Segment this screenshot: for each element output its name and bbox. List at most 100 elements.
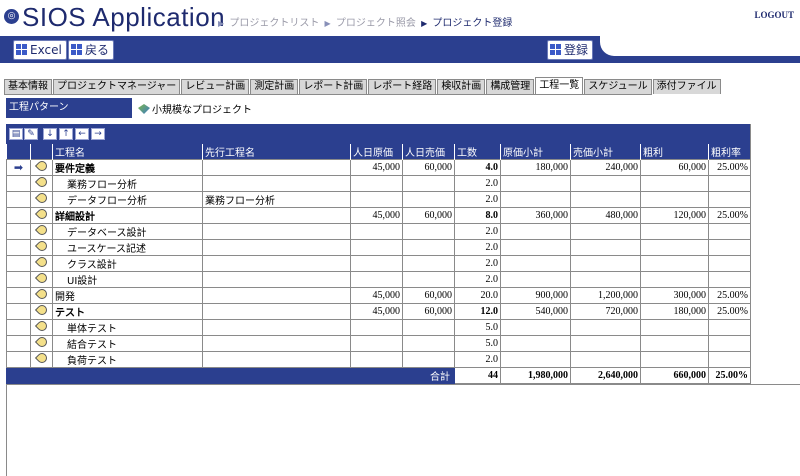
hours-cell: 2.0 (454, 223, 501, 240)
tab-basic-info[interactable]: 基本情報 (4, 79, 52, 94)
cost-subtotal-cell (500, 191, 571, 208)
excel-button[interactable]: Excel (13, 40, 67, 60)
tab-schedule[interactable]: スケジュール (584, 79, 652, 94)
predecessor-cell (202, 351, 351, 368)
tab-attachments[interactable]: 添付ファイル (652, 79, 721, 94)
tab-report-route[interactable]: レポート経路 (368, 79, 437, 94)
tab-report-plan[interactable]: レポート計画 (299, 79, 368, 94)
pencil-icon[interactable] (34, 192, 50, 206)
col-header-profit-rate[interactable]: 粗利率 (708, 144, 751, 160)
day-price-cell (402, 271, 455, 288)
right-arrow-icon[interactable]: → (91, 128, 105, 140)
pencil-icon[interactable] (34, 336, 50, 350)
cost-subtotal-cell: 180,000 (500, 159, 571, 176)
pencil-icon[interactable] (34, 288, 50, 302)
breadcrumb-item-project-inquiry[interactable]: プロジェクト照会 (336, 18, 416, 29)
profit-rate-cell (708, 223, 751, 240)
price-subtotal-cell (570, 255, 641, 272)
down-arrow-icon[interactable]: ↓ (43, 128, 57, 140)
grid-icon (16, 44, 27, 55)
pencil-icon[interactable] (34, 224, 50, 238)
cost-subtotal-cell: 360,000 (500, 207, 571, 224)
col-header-predecessor[interactable]: 先行工程名 (202, 144, 351, 160)
price-subtotal-cell (570, 351, 641, 368)
table-row[interactable]: データフロー分析 業務フロー分析 2.0 (6, 191, 751, 208)
table-row[interactable]: 結合テスト 5.0 (6, 335, 751, 352)
pencil-icon[interactable] (34, 304, 50, 318)
col-header-cost-subtotal[interactable]: 原価小計 (500, 144, 571, 160)
profit-rate-cell: 25.00% (708, 303, 751, 320)
col-header-gross-profit[interactable]: 粗利 (640, 144, 709, 160)
table-row[interactable]: テスト 45,000 60,000 12.0 540,000 720,000 180,000… (6, 303, 751, 320)
cost-subtotal-cell: 900,000 (500, 287, 571, 304)
col-header-price-subtotal[interactable]: 売価小計 (570, 144, 641, 160)
pencil-icon[interactable] (34, 160, 50, 174)
col-header-day-cost[interactable]: 人日原価 (350, 144, 403, 160)
edit-icon[interactable]: ✎ (24, 128, 38, 140)
tab-acceptance-plan[interactable]: 検収計画 (437, 79, 486, 94)
col-header-day-price[interactable]: 人日売価 (402, 144, 455, 160)
table-row[interactable]: 業務フロー分析 2.0 (6, 175, 751, 192)
total-cell (30, 367, 53, 384)
cost-subtotal-cell: 540,000 (500, 303, 571, 320)
row-edit-cell (30, 319, 53, 336)
pencil-icon[interactable] (34, 256, 50, 270)
tab-project-manager[interactable]: プロジェクトマネージャー (53, 79, 181, 94)
grid-icon (71, 44, 82, 55)
process-pattern-link[interactable]: 小規模なプロジェクト (138, 101, 252, 116)
table-row[interactable]: UI設計 2.0 (6, 271, 751, 288)
price-subtotal-cell: 720,000 (570, 303, 641, 320)
pencil-icon[interactable] (34, 320, 50, 334)
price-subtotal-cell (570, 271, 641, 288)
hours-cell: 2.0 (454, 271, 501, 288)
tab-process-list[interactable]: 工程一覧 (535, 77, 584, 94)
pencil-icon[interactable] (34, 208, 50, 222)
breadcrumb-arrow-icon: ▶ (324, 19, 331, 28)
process-name-cell: 要件定義 (52, 159, 203, 176)
tab-review-plan[interactable]: レビュー計画 (181, 79, 250, 94)
gross-profit-cell: 120,000 (640, 207, 709, 224)
table-row[interactable]: クラス設計 2.0 (6, 255, 751, 272)
row-edit-cell (30, 255, 53, 272)
day-price-cell (402, 239, 455, 256)
table-row[interactable]: 詳細設計 45,000 60,000 8.0 360,000 480,000 120,000… (6, 207, 751, 224)
table-body: ➡ 要件定義 45,000 60,000 4.0 180,000 240,000 60,000… (6, 159, 751, 368)
row-edit-cell (30, 239, 53, 256)
tab-measurement-plan[interactable]: 測定計画 (250, 79, 299, 94)
row-marker (6, 207, 31, 224)
process-name-cell: ユースケース記述 (52, 239, 203, 256)
table-row[interactable]: ➡ 要件定義 45,000 60,000 4.0 180,000 240,000 60,000… (6, 159, 751, 176)
back-button[interactable]: 戻る (68, 40, 115, 60)
breadcrumb-arrow-icon: ▶ (218, 19, 225, 28)
pencil-icon[interactable] (34, 176, 50, 190)
total-cell (6, 367, 31, 384)
day-price-cell (402, 191, 455, 208)
day-price-cell (402, 223, 455, 240)
row-marker (6, 223, 31, 240)
breadcrumb-item-project-list[interactable]: プロジェクトリスト (229, 18, 319, 29)
profit-rate-cell: 25.00% (708, 287, 751, 304)
col-header-process-name[interactable]: 工程名 (52, 144, 203, 160)
hours-cell: 12.0 (454, 303, 501, 320)
row-edit-cell (30, 335, 53, 352)
left-arrow-icon[interactable]: ← (75, 128, 89, 140)
table-row[interactable]: データベース設計 2.0 (6, 223, 751, 240)
col-header-hours[interactable]: 工数 (454, 144, 501, 160)
gem-icon (138, 104, 150, 114)
table-row[interactable]: 開発 45,000 60,000 20.0 900,000 1,200,000 300,00… (6, 287, 751, 304)
process-name-cell: 単体テスト (52, 319, 203, 336)
table-row[interactable]: ユースケース記述 2.0 (6, 239, 751, 256)
table-icon[interactable]: ▤ (9, 128, 23, 140)
logout-link[interactable]: LOGOUT (754, 10, 794, 20)
register-button-label: 登録 (564, 43, 589, 57)
pencil-icon[interactable] (34, 240, 50, 254)
profit-rate-cell: 25.00% (708, 159, 751, 176)
pencil-icon[interactable] (34, 352, 50, 366)
pencil-icon[interactable] (34, 272, 50, 286)
tab-configuration[interactable]: 構成管理 (486, 79, 535, 94)
table-row[interactable]: 負荷テスト 2.0 (6, 351, 751, 368)
register-button[interactable]: 登録 (547, 40, 594, 60)
predecessor-cell (202, 271, 351, 288)
up-arrow-icon[interactable]: ↑ (59, 128, 73, 140)
table-row[interactable]: 単体テスト 5.0 (6, 319, 751, 336)
